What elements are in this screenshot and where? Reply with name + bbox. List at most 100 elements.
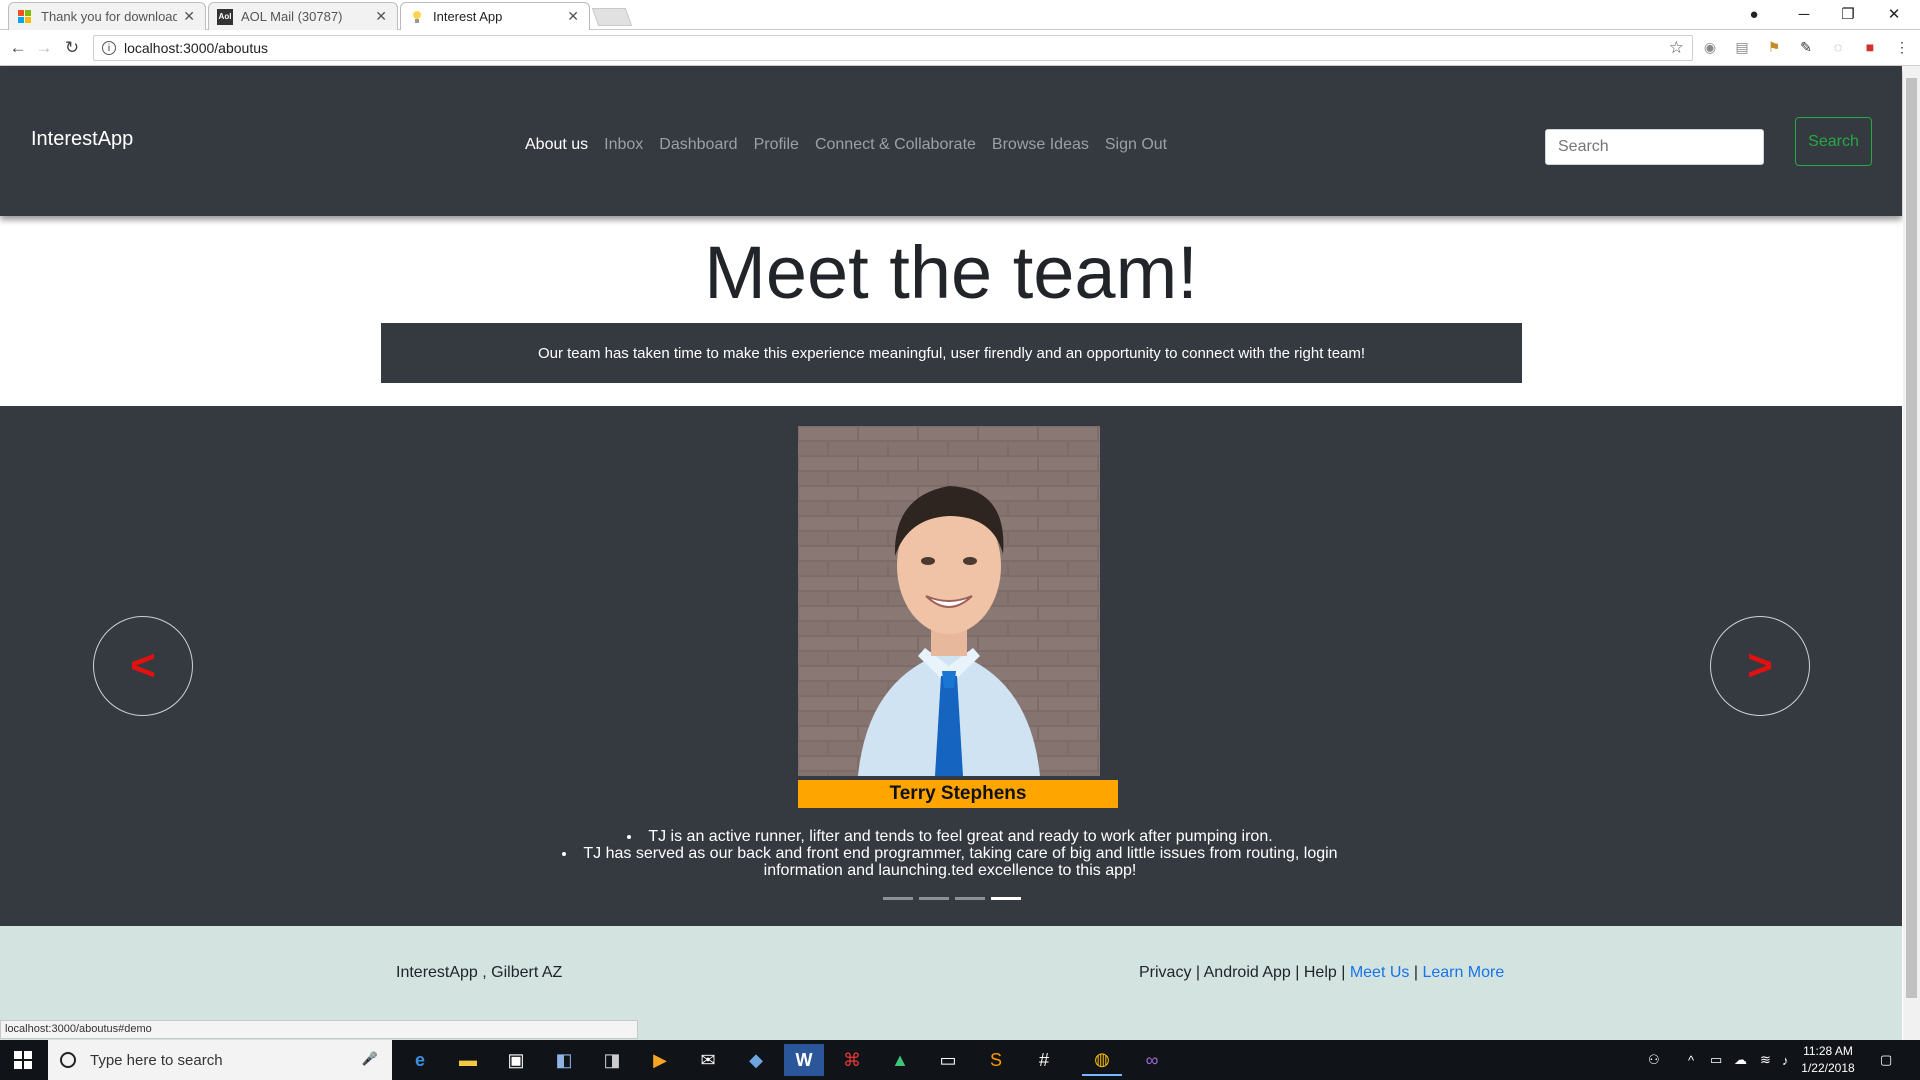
tab-close-icon[interactable]: ✕ (567, 8, 579, 25)
carousel-indicator-active[interactable] (991, 897, 1021, 900)
tab-interest-app[interactable]: Interest App ✕ (400, 2, 590, 30)
bookmark-star-icon[interactable]: ☆ (1669, 38, 1684, 58)
chrome-icon[interactable]: ◍ (1082, 1044, 1122, 1076)
member-name-bar: Terry Stephens (798, 780, 1118, 808)
brand-logo[interactable]: InterestApp (31, 128, 133, 151)
app-icon[interactable]: ◧ (544, 1044, 584, 1076)
battery-icon[interactable]: ▭ (1710, 1040, 1722, 1080)
extension-icon[interactable]: ✎ (1797, 38, 1815, 56)
nav-browse-ideas[interactable]: Browse Ideas (992, 136, 1089, 154)
windows-logo-icon (17, 9, 33, 25)
intro-banner: Our team has taken time to make this exp… (381, 323, 1522, 383)
carousel-indicators (883, 897, 1021, 900)
onedrive-icon[interactable]: ☁ (1734, 1040, 1747, 1080)
carousel-indicator[interactable] (955, 897, 985, 900)
prev-label: < (130, 641, 156, 690)
nav-about-us[interactable]: About us (525, 136, 588, 154)
scrollbar-thumb[interactable] (1906, 78, 1917, 998)
page-title: Meet the team! (704, 231, 1198, 314)
taskbar-search-placeholder: Type here to search (90, 1051, 223, 1069)
footer-privacy-link[interactable]: Privacy (1139, 964, 1191, 981)
sublime-icon[interactable]: S (976, 1044, 1016, 1076)
notification-icon[interactable]: ▢ (1880, 1040, 1892, 1080)
microphone-icon[interactable]: 🎤 (362, 1051, 378, 1067)
carousel-prev-button[interactable]: < (93, 616, 193, 716)
footer-help-link[interactable]: Help (1304, 964, 1337, 981)
windows-start-icon (14, 1051, 32, 1069)
extension-icon[interactable]: ◌ (1829, 38, 1847, 56)
footer-separator: | (1290, 964, 1304, 981)
footer-learn-more-link[interactable]: Learn More (1422, 964, 1504, 981)
extension-icon[interactable]: ⚑ (1765, 38, 1783, 56)
people-icon[interactable]: ⚇ (1648, 1040, 1660, 1080)
menu-dots-icon[interactable]: ⋮ (1893, 38, 1911, 56)
tab-download[interactable]: Thank you for download ✕ (8, 2, 206, 30)
close-window-icon[interactable]: ✕ (1872, 0, 1916, 28)
volume-icon[interactable]: ♪ (1782, 1040, 1789, 1080)
nav-inbox[interactable]: Inbox (604, 136, 643, 154)
taskbar-search[interactable]: Type here to search 🎤 (48, 1040, 392, 1080)
restore-icon[interactable]: ❐ (1826, 0, 1870, 28)
info-icon[interactable]: i (102, 41, 116, 55)
extension-icon[interactable]: ▤ (1733, 38, 1751, 56)
status-bar-url: localhost:3000/aboutus#demo (0, 1020, 638, 1039)
nav-profile[interactable]: Profile (754, 136, 799, 154)
next-label: > (1747, 641, 1773, 690)
tab-aol-mail[interactable]: Aol AOL Mail (30787) ✕ (208, 2, 398, 30)
start-button[interactable] (0, 1040, 46, 1080)
footer-separator: | (1409, 964, 1423, 981)
reload-icon[interactable]: ↻ (60, 36, 84, 60)
search-button[interactable]: Search (1795, 117, 1872, 166)
profile-icon[interactable]: ● (1732, 0, 1776, 28)
footer-links: Privacy | Android App | Help | Meet Us |… (1139, 964, 1504, 982)
tab-close-icon[interactable]: ✕ (183, 8, 195, 25)
visual-studio-icon[interactable]: ∞ (1132, 1044, 1172, 1076)
carousel-next-button[interactable]: > (1710, 616, 1810, 716)
page-scrollbar[interactable] (1903, 66, 1920, 1040)
aol-logo-icon: Aol (217, 8, 233, 25)
address-bar-row: ← → ↻ i localhost:3000/aboutus ☆ ◉ ▤ ⚑ ✎… (0, 30, 1920, 66)
edge-icon[interactable]: e (400, 1044, 440, 1076)
new-tab-button[interactable] (591, 8, 633, 26)
extension-icon[interactable]: ■ (1861, 38, 1879, 56)
word-icon[interactable]: W (784, 1044, 824, 1076)
url-field[interactable]: i localhost:3000/aboutus ☆ (93, 35, 1693, 61)
file-explorer-icon[interactable]: ▬ (448, 1044, 488, 1076)
minimize-icon[interactable]: ─ (1782, 0, 1826, 28)
bio-item: TJ has served as our back and front end … (560, 845, 1340, 879)
tab-close-icon[interactable]: ✕ (375, 8, 387, 25)
forward-arrow-icon[interactable]: → (32, 36, 56, 60)
media-player-icon[interactable]: ▶ (640, 1044, 680, 1076)
slack-icon[interactable]: # (1024, 1044, 1064, 1076)
wifi-icon[interactable]: ≋ (1760, 1040, 1771, 1080)
tab-title: Thank you for download (41, 9, 178, 24)
tab-title: Interest App (433, 9, 503, 24)
windows-taskbar: Type here to search 🎤 e ▬ ▣ ◧ ◨ ▶ ✉ ◆ W … (0, 1040, 1920, 1080)
team-member-photo (798, 426, 1100, 776)
terminal-icon[interactable]: ▭ (928, 1044, 968, 1076)
carousel-indicator[interactable] (883, 897, 913, 900)
nav-connect-collaborate[interactable]: Connect & Collaborate (815, 136, 976, 154)
nav-sign-out[interactable]: Sign Out (1105, 136, 1167, 154)
nav-links: About us Inbox Dashboard Profile Connect… (525, 136, 1183, 154)
clock-time: 11:28 AM (1803, 1044, 1853, 1058)
nav-dashboard[interactable]: Dashboard (659, 136, 737, 154)
acrobat-icon[interactable]: ⌘ (832, 1044, 872, 1076)
back-arrow-icon[interactable]: ← (6, 36, 30, 60)
app-icon[interactable]: ◆ (736, 1044, 776, 1076)
store-icon[interactable]: ▣ (496, 1044, 536, 1076)
footer-separator: | (1191, 964, 1204, 981)
footer-meet-us-link[interactable]: Meet Us (1350, 964, 1410, 981)
footer-android-link[interactable]: Android App (1204, 964, 1291, 981)
carousel-indicator[interactable] (919, 897, 949, 900)
member-name: Terry Stephens (889, 783, 1027, 804)
app-icon[interactable]: ▲ (880, 1044, 920, 1076)
taskbar-clock[interactable]: 11:28 AM 1/22/2018 (1798, 1043, 1858, 1077)
extension-icon[interactable]: ◉ (1701, 38, 1719, 56)
search-input[interactable] (1545, 129, 1764, 165)
mail-icon[interactable]: ✉ (688, 1044, 728, 1076)
app-icon[interactable]: ◨ (592, 1044, 632, 1076)
url-text: localhost:3000/aboutus (124, 40, 268, 56)
tray-chevron-icon[interactable]: ^ (1688, 1040, 1694, 1080)
cortana-icon (60, 1052, 76, 1068)
